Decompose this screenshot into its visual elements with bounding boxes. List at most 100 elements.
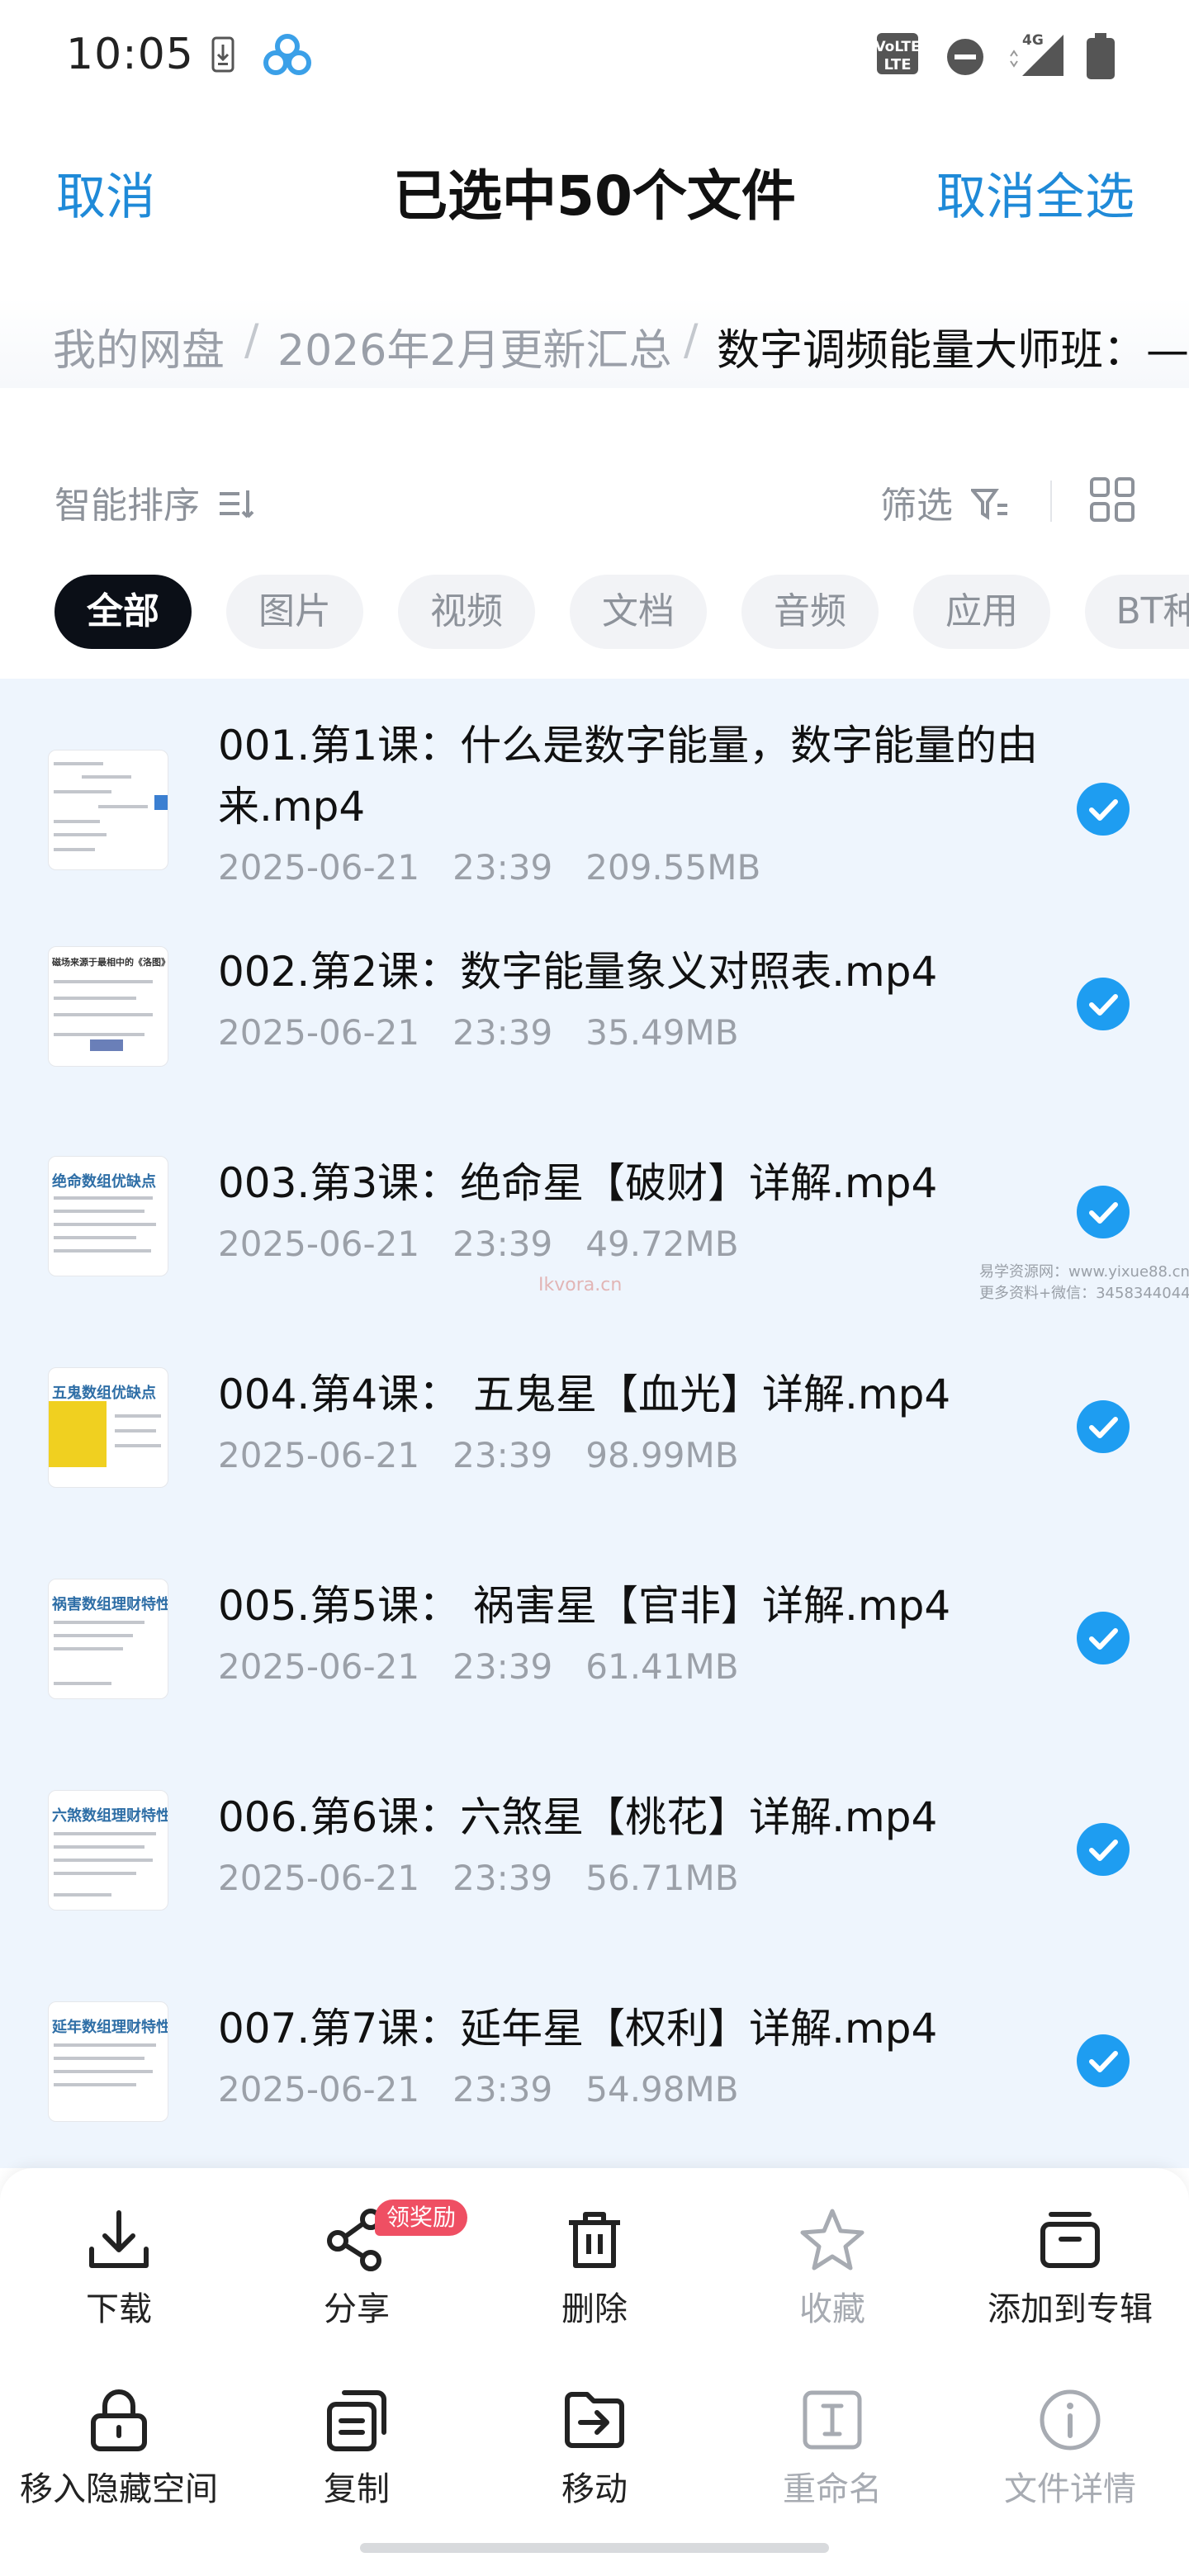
filter-label: 筛选 [880,485,953,527]
file-name: 004.第4课： 五鬼星【血光】详解.mp4 [218,1371,951,1418]
deselect-all-button[interactable]: 取消全选 [936,157,1135,229]
file-row[interactable]: 001.第1课：什么是数字能量，数字能量的由来.mp4 2025-06-21 2… [0,679,1189,912]
file-date: 2025-06-21 [218,847,420,888]
file-meta: 2025-06-21 23:39 54.98MB [218,2069,739,2110]
share-button[interactable]: 分享 领奖励 [238,2200,476,2330]
selected-check-icon[interactable] [1077,783,1130,836]
file-row[interactable]: 五鬼数组优缺点 004.第4课： 五鬼星【血光】详解.mp4 2025-06-2… [0,1334,1189,1546]
copy-button[interactable]: 复制 [238,2386,476,2510]
rename-icon [803,2390,862,2450]
file-date: 2025-06-21 [218,2069,420,2110]
signal-4g-icon: 4G [1006,31,1065,81]
file-size: 98.99MB [585,1435,739,1475]
file-time: 23:39 [452,847,553,888]
file-name: 003.第3课：绝命星【破财】详解.mp4 [218,1159,938,1207]
file-size: 49.72MB [585,1224,739,1264]
file-row[interactable]: 六煞数组理财特性 006.第6课：六煞星【桃花】详解.mp4 2025-06-2… [0,1757,1189,1968]
action-label: 移入隐藏空间 [20,2470,218,2508]
file-meta: 2025-06-21 23:39 35.49MB [218,1012,739,1053]
dnd-icon [946,38,984,79]
chip-apps[interactable]: 应用 [913,575,1050,649]
file-details-button[interactable]: 文件详情 [951,2386,1189,2510]
selected-check-icon[interactable] [1077,1612,1130,1664]
selected-check-icon[interactable] [1077,1400,1130,1453]
breadcrumb-item-root[interactable]: 我的网盘 [53,315,225,377]
add-to-album-button[interactable]: 添加到专辑 [951,2206,1189,2330]
filter-button[interactable]: 筛选 [880,476,1009,529]
video-thumbnail: 磁场来源于最相中的《洛图》 [48,946,168,1067]
file-name: 002.第2课：数字能量象义对照表.mp4 [218,948,938,996]
battery-icon [1087,33,1115,83]
video-thumbnail: 绝命数组优缺点 [48,1156,168,1276]
action-label: 添加到专辑 [988,2290,1153,2328]
svg-text:4G: 4G [1022,32,1044,49]
file-date: 2025-06-21 [218,1224,420,1264]
list-toolbar: 智能排序 筛选 [0,418,1189,566]
bulk-action-sheet: 下载 分享 领奖励 删除 收藏 添加到专辑 移入隐藏空间 复制 移动 重命名 文… [0,2168,1189,2576]
file-date: 2025-06-21 [218,1858,420,1898]
video-thumbnail: 五鬼数组优缺点 [48,1367,168,1488]
chip-images[interactable]: 图片 [226,575,363,649]
file-time: 23:39 [452,1858,553,1898]
status-bar: 10:05 VoLTE LTE 4G [0,0,1189,116]
download-icon [89,2210,149,2268]
move-button[interactable]: 移动 [476,2386,713,2510]
action-label: 复制 [324,2470,390,2508]
action-label: 下载 [86,2290,152,2328]
move-to-hidden-space-button[interactable]: 移入隐藏空间 [0,2386,238,2510]
copy-icon [327,2390,386,2451]
status-time: 10:05 [66,30,194,79]
toolbar-divider [1050,481,1052,522]
video-thumbnail [48,750,168,870]
chip-videos[interactable]: 视频 [398,575,535,649]
file-meta: 2025-06-21 23:39 209.55MB [218,847,760,888]
chip-audio[interactable]: 音频 [741,575,879,649]
file-meta: 2025-06-21 23:39 61.41MB [218,1646,739,1687]
file-time: 23:39 [452,2069,553,2110]
breadcrumb-item-folder[interactable]: 2026年2月更新汇总 [277,315,671,377]
action-label: 文件详情 [1004,2470,1136,2508]
move-icon [565,2392,624,2448]
file-meta: 2025-06-21 23:39 49.72MB [218,1224,739,1264]
favorite-button[interactable]: 收藏 [713,2206,951,2330]
breadcrumb-item-current: 数字调频能量大师班：— [717,326,1189,376]
chip-documents[interactable]: 文档 [570,575,707,649]
chip-all[interactable]: 全部 [54,575,192,649]
rename-button[interactable]: 重命名 [713,2386,951,2510]
selected-check-icon[interactable] [1077,1823,1130,1876]
file-size: 35.49MB [585,1012,739,1053]
star-icon [800,2209,865,2271]
video-thumbnail: 延年数组理财特性 [48,2001,168,2122]
file-time: 23:39 [452,1435,553,1475]
selected-check-icon[interactable] [1077,978,1130,1030]
sort-button[interactable]: 智能排序 [54,476,259,529]
breadcrumb-separator: / [244,315,259,365]
svg-text:LTE: LTE [883,56,911,73]
action-label: 收藏 [799,2290,865,2328]
svg-text:VoLTE: VoLTE [877,39,918,55]
file-row[interactable]: 祸害数组理财特性 005.第5课： 祸害星【官非】详解.mp4 2025-06-… [0,1546,1189,1757]
file-name: 006.第6课：六煞星【桃花】详解.mp4 [218,1793,938,1841]
sort-icon [218,487,259,529]
file-row[interactable]: 磁场来源于最相中的《洛图》 002.第2课：数字能量象义对照表.mp4 2025… [0,912,1189,1123]
category-chips: 全部 图片 视频 文档 音频 应用 BT种子 [0,575,1189,657]
file-list: 001.第1课：什么是数字能量，数字能量的由来.mp4 2025-06-21 2… [0,679,1189,2168]
grid-view-icon[interactable] [1090,477,1135,525]
file-row[interactable]: 延年数组理财特性 007.第7课：延年星【权利】详解.mp4 2025-06-2… [0,1968,1189,2168]
app-logo-icon [263,33,312,79]
filter-icon [969,487,1009,529]
selected-check-icon[interactable] [1077,1186,1130,1238]
delete-button[interactable]: 删除 [476,2206,713,2330]
watermark-text: 易学资源网：www.yixue88.cn 更多资料+微信：3458344044 [979,1263,1189,1302]
file-date: 2025-06-21 [218,1435,420,1475]
home-indicator[interactable] [360,2543,829,2553]
file-name: 005.第5课： 祸害星【官非】详解.mp4 [218,1582,951,1630]
info-icon [1040,2389,1101,2451]
volte-icon: VoLTE LTE [874,33,921,78]
selected-check-icon[interactable] [1077,2034,1130,2087]
chip-bt-torrents[interactable]: BT种子 [1085,575,1189,649]
selection-header: 取消 已选中50个文件 取消全选 [0,116,1189,264]
sort-label: 智能排序 [54,485,200,527]
file-time: 23:39 [452,1012,553,1053]
download-button[interactable]: 下载 [0,2206,238,2330]
